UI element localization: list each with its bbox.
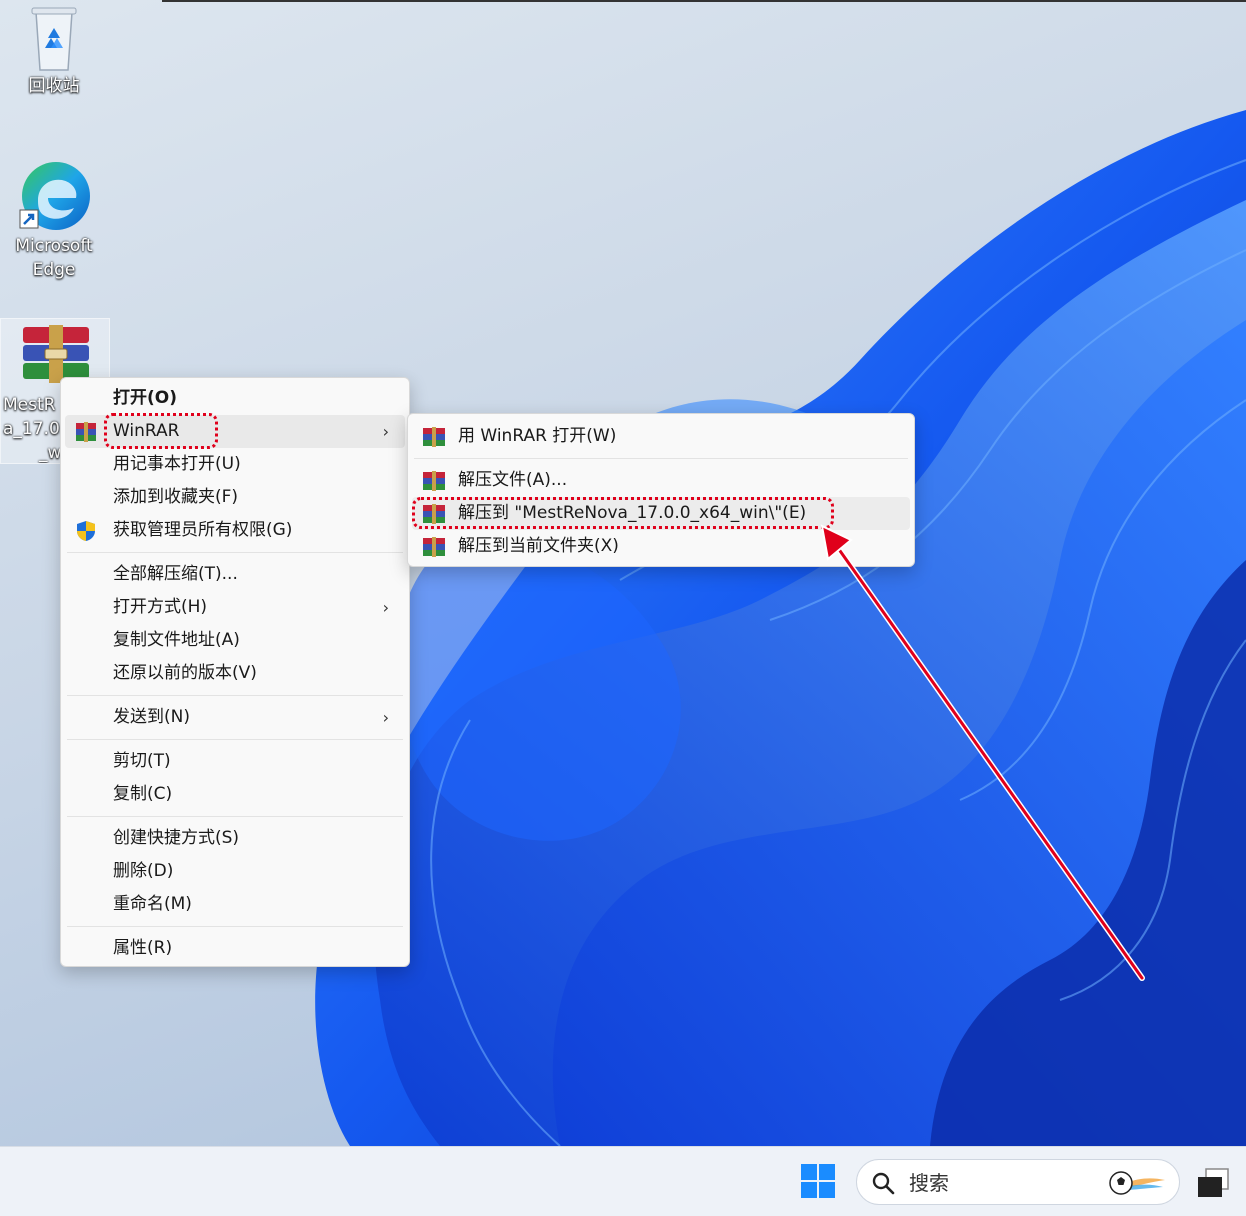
desktop-icon-edge[interactable]: Microsoft Edge bbox=[6, 158, 102, 282]
menu-item-label: 打开(O) bbox=[113, 388, 177, 408]
search-icon bbox=[872, 1172, 895, 1195]
menu-item-open[interactable]: 打开(O) bbox=[65, 382, 405, 415]
menu-item-label: 添加到收藏夹(F) bbox=[113, 487, 239, 507]
menu-item-open-with[interactable]: 打开方式(H) › bbox=[65, 591, 405, 624]
menu-separator bbox=[67, 695, 403, 696]
menu-item-take-ownership[interactable]: 获取管理员所有权限(G) bbox=[65, 514, 405, 547]
search-highlight-soccer-icon bbox=[1109, 1171, 1165, 1195]
winrar-icon bbox=[423, 471, 445, 491]
submenu-item-extract-files[interactable]: 解压文件(A)... bbox=[412, 464, 910, 497]
windows-start-icon[interactable] bbox=[800, 1163, 836, 1199]
task-view-icon[interactable] bbox=[1196, 1167, 1232, 1199]
recycle-bin-icon bbox=[31, 7, 77, 71]
winrar-icon bbox=[423, 504, 445, 524]
submenu-item-label: 解压到 "MestReNova_17.0.0_x64_win\"(E) bbox=[458, 503, 807, 523]
winrar-icon bbox=[76, 422, 96, 442]
taskbar: 搜索 bbox=[0, 1146, 1246, 1216]
menu-separator bbox=[67, 552, 403, 553]
menu-separator bbox=[67, 816, 403, 817]
menu-item-restore-previous[interactable]: 还原以前的版本(V) bbox=[65, 657, 405, 690]
menu-item-copy[interactable]: 复制(C) bbox=[65, 778, 405, 811]
winrar-icon bbox=[423, 427, 445, 447]
submenu-item-label: 解压到当前文件夹(X) bbox=[458, 536, 619, 556]
submenu-separator bbox=[414, 458, 908, 459]
menu-item-open-with-notepad[interactable]: 用记事本打开(U) bbox=[65, 448, 405, 481]
menu-item-delete[interactable]: 删除(D) bbox=[65, 855, 405, 888]
submenu-item-label: 用 WinRAR 打开(W) bbox=[458, 426, 617, 446]
menu-item-label: 用记事本打开(U) bbox=[113, 454, 241, 474]
context-menu: 打开(O) WinRAR › 用记事本打开(U) 添加到收藏夹(F) 获取管理员… bbox=[60, 377, 410, 967]
menu-item-label: 创建快捷方式(S) bbox=[113, 828, 240, 848]
menu-item-properties[interactable]: 属性(R) bbox=[65, 932, 405, 965]
submenu-item-extract-here[interactable]: 解压到当前文件夹(X) bbox=[412, 530, 910, 563]
menu-item-label: 复制文件地址(A) bbox=[113, 630, 240, 650]
menu-item-create-shortcut[interactable]: 创建快捷方式(S) bbox=[65, 822, 405, 855]
desktop-icon-recycle-bin[interactable]: 回收站 bbox=[6, 4, 102, 98]
menu-item-label: 发送到(N) bbox=[113, 707, 190, 727]
menu-item-label: 复制(C) bbox=[113, 784, 173, 804]
winrar-icon bbox=[423, 537, 445, 557]
menu-item-label: 重命名(M) bbox=[113, 894, 192, 914]
menu-separator bbox=[67, 739, 403, 740]
menu-separator bbox=[67, 926, 403, 927]
menu-item-rename[interactable]: 重命名(M) bbox=[65, 888, 405, 921]
menu-item-label: 删除(D) bbox=[113, 861, 174, 881]
menu-item-label: 全部解压缩(T)... bbox=[113, 564, 238, 584]
submenu-item-extract-to-folder[interactable]: 解压到 "MestReNova_17.0.0_x64_win\"(E) bbox=[412, 497, 910, 530]
window-edge-line bbox=[162, 0, 1246, 2]
menu-item-send-to[interactable]: 发送到(N) › bbox=[65, 701, 405, 734]
chevron-right-icon: › bbox=[382, 598, 389, 617]
submenu-item-open-with-winrar[interactable]: 用 WinRAR 打开(W) bbox=[412, 420, 910, 453]
menu-item-label: 打开方式(H) bbox=[113, 597, 208, 617]
menu-item-add-to-favorites[interactable]: 添加到收藏夹(F) bbox=[65, 481, 405, 514]
desktop-icon-label-line2: Edge bbox=[32, 260, 76, 280]
edge-icon bbox=[19, 162, 90, 230]
submenu-item-label: 解压文件(A)... bbox=[458, 470, 568, 490]
menu-item-winrar[interactable]: WinRAR › bbox=[65, 415, 405, 448]
menu-item-label: 剪切(T) bbox=[113, 751, 171, 771]
menu-item-copy-path[interactable]: 复制文件地址(A) bbox=[65, 624, 405, 657]
menu-item-label: 属性(R) bbox=[113, 938, 173, 958]
desktop-icon-label: 回收站 bbox=[28, 76, 80, 96]
shield-icon bbox=[77, 521, 95, 541]
chevron-right-icon: › bbox=[382, 422, 389, 441]
menu-item-label: 还原以前的版本(V) bbox=[113, 663, 257, 683]
chevron-right-icon: › bbox=[382, 708, 389, 727]
winrar-submenu: 用 WinRAR 打开(W) 解压文件(A)... 解压到 "MestReNov… bbox=[407, 413, 915, 567]
menu-item-extract-all[interactable]: 全部解压缩(T)... bbox=[65, 558, 405, 591]
desktop-icon-label-line1: Microsoft bbox=[15, 236, 93, 256]
menu-item-label: 获取管理员所有权限(G) bbox=[113, 520, 293, 540]
search-placeholder: 搜索 bbox=[909, 1171, 949, 1195]
menu-item-label: WinRAR bbox=[113, 421, 180, 441]
menu-item-cut[interactable]: 剪切(T) bbox=[65, 745, 405, 778]
taskbar-search-box[interactable]: 搜索 bbox=[856, 1159, 1180, 1205]
winrar-archive-icon bbox=[23, 325, 89, 383]
